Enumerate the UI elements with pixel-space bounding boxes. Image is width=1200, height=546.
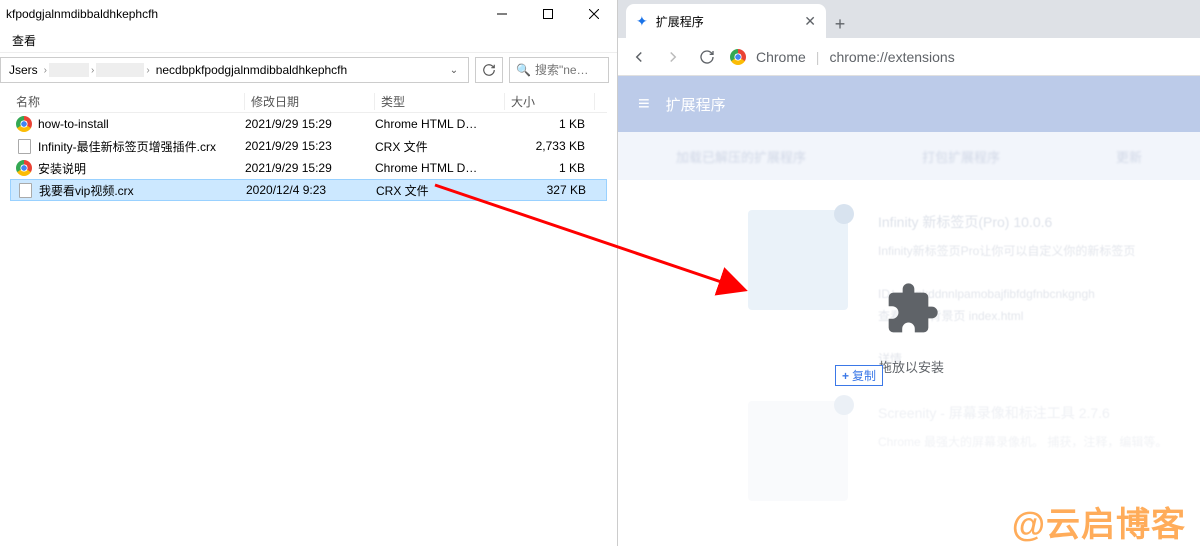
file-name: how-to-install: [38, 117, 109, 131]
breadcrumb-segment[interactable]: [96, 63, 144, 77]
extensions-header: ≡ 扩展程序: [618, 76, 1200, 132]
extension-card[interactable]: Screenity - 屏幕录像和标注工具 2.7.6 Chrome 最强大的屏…: [648, 401, 1170, 501]
col-type[interactable]: 类型: [375, 93, 505, 110]
copy-badge: +复制: [835, 365, 883, 386]
search-input[interactable]: [535, 63, 595, 77]
chrome-logo-icon: [730, 49, 746, 65]
file-date: 2021/9/29 15:23: [245, 139, 375, 153]
file-name: 我要看vip视频.crx: [39, 182, 134, 199]
ext-card-view: 查看视图 背景页 index.html: [878, 309, 1023, 323]
extensions-toolbar: 加载已解压的扩展程序 打包扩展程序 更新: [618, 132, 1200, 180]
ext-card-desc: Chrome 最强大的屏幕录像机。 捕获，注释，编辑等。: [878, 435, 1167, 449]
chevron-down-icon[interactable]: ⌄: [444, 65, 464, 76]
extension-thumbnail: [748, 401, 848, 501]
back-button[interactable]: [628, 48, 650, 66]
tab-strip: ✦ 扩展程序 ✕ +: [618, 0, 1200, 38]
ext-card-title: Screenity - 屏幕录像和标注工具 2.7.6: [878, 401, 1170, 426]
file-type: CRX 文件: [375, 138, 505, 155]
menu-icon[interactable]: ≡: [638, 93, 650, 116]
breadcrumb-segment[interactable]: necdbpkfpodgjalnmdibbaldhkephcfh: [152, 63, 351, 77]
menu-bar: 查看: [0, 28, 617, 53]
reload-button[interactable]: [696, 49, 718, 65]
extension-thumbnail: [748, 210, 848, 310]
maximize-button[interactable]: [525, 0, 571, 28]
file-date: 2021/9/29 15:29: [245, 161, 375, 175]
file-size: 1 KB: [505, 117, 595, 131]
file-icon: [16, 138, 32, 154]
pack-extension-button[interactable]: 打包扩展程序: [922, 147, 1000, 166]
chrome-icon: [16, 160, 32, 176]
update-button[interactable]: 更新: [1116, 147, 1142, 166]
file-type: Chrome HTML D…: [375, 161, 505, 175]
browser-tab[interactable]: ✦ 扩展程序 ✕: [626, 4, 826, 38]
search-box[interactable]: 🔍: [509, 57, 609, 83]
watermark: @云启博客: [1012, 497, 1186, 546]
file-type: CRX 文件: [376, 182, 506, 199]
file-icon: [17, 182, 33, 198]
forward-button[interactable]: [662, 48, 684, 66]
extension-card[interactable]: Infinity 新标签页(Pro) 10.0.6 Infinity新标签页Pr…: [648, 210, 1170, 371]
ext-card-desc: Infinity新标签页Pro让你可以自定义你的新标签页: [878, 244, 1135, 258]
search-icon: 🔍: [516, 63, 531, 77]
col-date[interactable]: 修改日期: [245, 93, 375, 110]
file-size: 1 KB: [505, 161, 595, 175]
extensions-page: ≡ 扩展程序 加载已解压的扩展程序 打包扩展程序 更新 Infinity 新标签…: [618, 76, 1200, 546]
omnibox-app: Chrome: [756, 49, 806, 65]
file-name: 安装说明: [38, 160, 86, 177]
chrome-icon: [16, 116, 32, 132]
column-headers[interactable]: 名称 修改日期 类型 大小: [10, 91, 607, 113]
ext-card-id: ID：nnnkddnnlpamobajfibfdgfnbcnkgngh: [878, 287, 1095, 301]
breadcrumb[interactable]: Jsers› › › necdbpkfpodgjalnmdibbaldhkeph…: [0, 57, 469, 83]
file-row[interactable]: 我要看vip视频.crx 2020/12/4 9:23CRX 文件327 KB: [10, 179, 607, 201]
minimize-button[interactable]: [479, 0, 525, 28]
load-unpacked-button[interactable]: 加载已解压的扩展程序: [676, 147, 806, 166]
breadcrumb-segment[interactable]: [49, 63, 89, 77]
tab-title: 扩展程序: [656, 13, 797, 30]
file-row[interactable]: how-to-install 2021/9/29 15:29Chrome HTML…: [10, 113, 607, 135]
file-date: 2020/12/4 9:23: [246, 183, 376, 197]
ext-card-title: Infinity 新标签页(Pro) 10.0.6: [878, 210, 1170, 235]
chrome-browser-window: ✦ 扩展程序 ✕ + Chrome | chrome://extensions …: [618, 0, 1200, 546]
menu-view[interactable]: 查看: [12, 32, 36, 49]
file-explorer-window: kfpodgjalnmdibbaldhkephcfh 查看 Jsers› › ›…: [0, 0, 618, 546]
file-list: 名称 修改日期 类型 大小 how-to-install 2021/9/29 15…: [0, 87, 617, 546]
window-titlebar[interactable]: kfpodgjalnmdibbaldhkephcfh: [0, 0, 617, 28]
file-row[interactable]: 安装说明 2021/9/29 15:29Chrome HTML D…1 KB: [10, 157, 607, 179]
file-date: 2021/9/29 15:29: [245, 117, 375, 131]
address-bar[interactable]: Chrome | chrome://extensions: [730, 43, 1190, 71]
toolbar: Chrome | chrome://extensions: [618, 38, 1200, 76]
omnibox-url: chrome://extensions: [829, 49, 954, 65]
close-tab-button[interactable]: ✕: [804, 13, 816, 30]
extensions-title: 扩展程序: [666, 94, 726, 115]
file-row[interactable]: Infinity-最佳新标签页增强插件.crx 2021/9/29 15:23CR…: [10, 135, 607, 157]
breadcrumb-segment[interactable]: Jsers: [5, 63, 42, 77]
file-type: Chrome HTML D…: [375, 117, 505, 131]
file-name: Infinity-最佳新标签页增强插件.crx: [38, 138, 216, 155]
file-size: 327 KB: [506, 183, 596, 197]
new-tab-button[interactable]: +: [826, 10, 854, 38]
col-size[interactable]: 大小: [505, 93, 595, 110]
file-size: 2,733 KB: [505, 139, 595, 153]
address-bar: Jsers› › › necdbpkfpodgjalnmdibbaldhkeph…: [0, 53, 617, 87]
col-name[interactable]: 名称: [10, 93, 245, 110]
window-title: kfpodgjalnmdibbaldhkephcfh: [6, 7, 158, 21]
extension-icon: ✦: [636, 13, 648, 30]
refresh-button[interactable]: [475, 57, 503, 83]
close-button[interactable]: [571, 0, 617, 28]
